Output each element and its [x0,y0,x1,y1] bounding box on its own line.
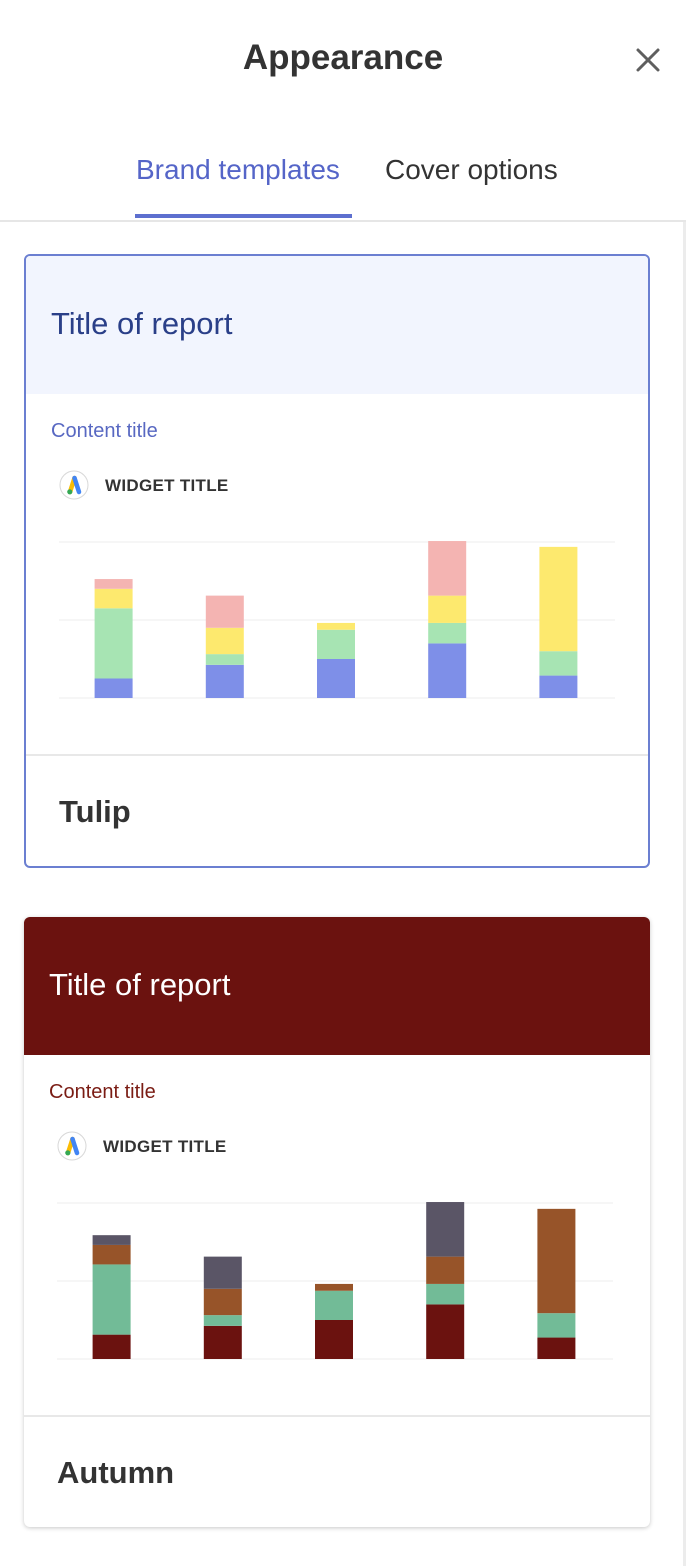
bar-segment [426,1283,465,1305]
bar-segment [426,1202,465,1257]
bar-segment [426,1256,465,1284]
content-title: Content title [49,1081,156,1103]
bar-segment [94,608,133,679]
widget-title: WIDGET TITLE [103,1137,227,1156]
close-icon [636,48,660,72]
bar-segment [92,1244,131,1265]
close-button[interactable] [630,42,666,78]
bar-segment [92,1264,131,1335]
report-title: Title of report [49,967,231,1002]
tab-cover-options[interactable]: Cover options [385,154,558,186]
google-ads-icon [59,470,89,500]
bar-segment [203,1256,242,1289]
panel-header: Appearance [0,0,686,120]
bar-segment [317,659,355,698]
bar-segment [203,1325,242,1359]
bar-segment [205,595,244,628]
bar-segment [317,622,355,630]
bar-segment [315,1320,353,1359]
panel-title: Appearance [242,38,444,77]
card-footer: Tulip [26,754,648,866]
bar-segment [539,651,578,676]
content-title: Content title [51,420,158,442]
bar-segment [205,627,244,655]
bar-segment [428,595,467,623]
bar-segment [428,643,467,698]
bar-segment [539,675,578,698]
template-card-autumn[interactable]: Title of report Content title WIDGET TIT… [24,917,650,1527]
bar-segment [203,1315,242,1326]
bar-segment [537,1208,576,1314]
bar-segment [428,622,467,644]
tab-brand-templates[interactable]: Brand templates [136,154,340,186]
google-ads-icon [57,1131,87,1161]
bar-segment [92,1334,131,1359]
bar-segment [94,579,133,589]
stacked-bar-chart [57,1199,613,1365]
bar-segment [537,1313,576,1338]
template-card-tulip[interactable]: Title of report Content title WIDGET TIT… [24,254,650,868]
bar-segment [315,1283,353,1291]
bar-segment [203,1288,242,1316]
bar-segment [92,1235,131,1245]
bar-segment [94,678,133,698]
card-footer: Autumn [24,1415,650,1527]
bar-segment [205,654,244,665]
tab-bar: Brand templates Cover options [0,148,686,222]
bar-segment [317,629,355,659]
bar-segment [205,664,244,698]
template-name: Tulip [59,794,131,829]
chart-svg [59,541,615,699]
bar-segment [426,1304,465,1359]
active-tab-indicator [135,214,352,218]
report-title: Title of report [51,306,233,341]
report-banner: Title of report [24,917,650,1055]
bar-segment [537,1337,576,1359]
widget-title: WIDGET TITLE [105,476,229,495]
stacked-bar-chart [59,538,615,704]
bar-segment [315,1290,353,1320]
report-banner: Title of report [26,256,648,394]
template-name: Autumn [57,1455,175,1490]
bar-segment [94,588,133,609]
bar-segment [428,541,467,596]
chart-svg [57,1202,613,1360]
bar-segment [539,546,578,652]
